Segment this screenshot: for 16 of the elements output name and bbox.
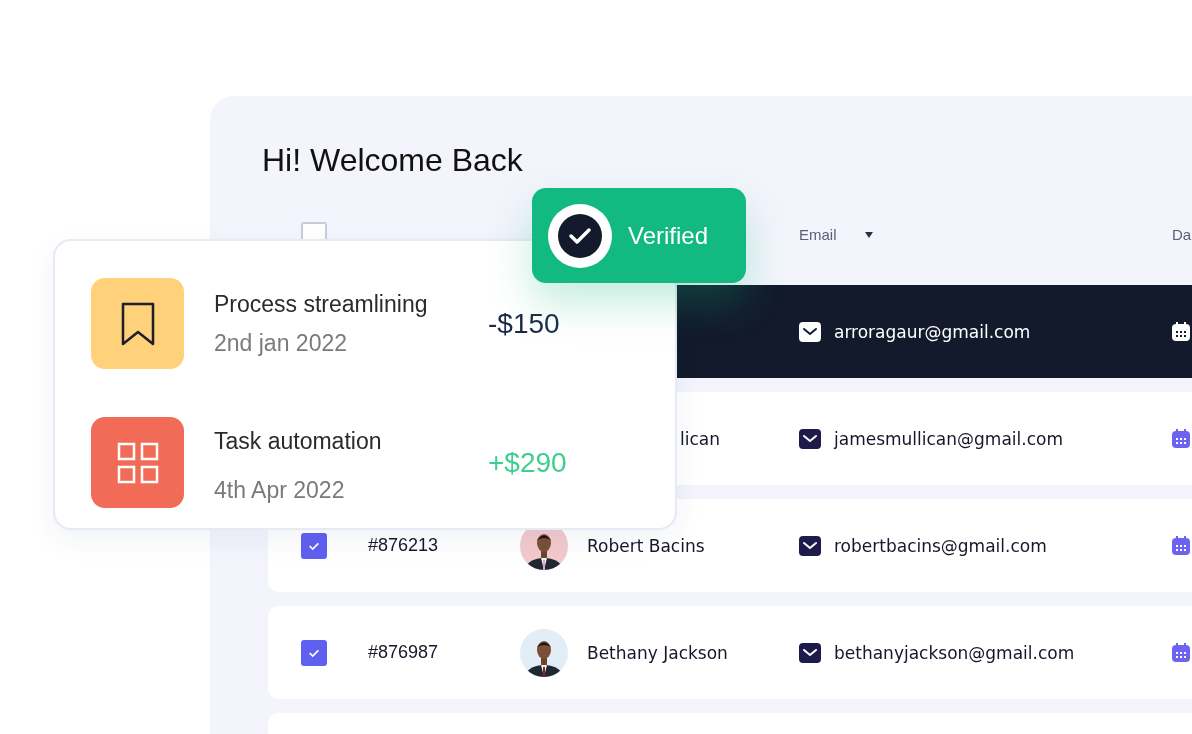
- customer-name: lican: [680, 428, 720, 449]
- email-address: arroragaur@gmail.com: [834, 321, 1031, 342]
- email-address: bethanyjackson@gmail.com: [834, 642, 1075, 663]
- order-id: #876987: [368, 642, 439, 662]
- page-title: Hi! Welcome Back: [262, 141, 524, 180]
- transaction-amount: -$150: [488, 307, 560, 340]
- transaction-date: 2nd jan 2022: [214, 329, 348, 357]
- customer-name: Robert Bacins: [587, 535, 705, 556]
- email-address: jamesmullican@gmail.com: [834, 428, 1063, 449]
- badge-label: Verified: [628, 221, 709, 250]
- order-id: #876213: [368, 535, 439, 555]
- transaction-title: Task automation: [214, 427, 383, 455]
- transaction-title: Process streamlining: [214, 290, 429, 318]
- transaction-amount: +$290: [488, 446, 567, 479]
- customer-name: Bethany Jackson: [587, 642, 728, 663]
- email-address: robertbacins@gmail.com: [834, 535, 1047, 556]
